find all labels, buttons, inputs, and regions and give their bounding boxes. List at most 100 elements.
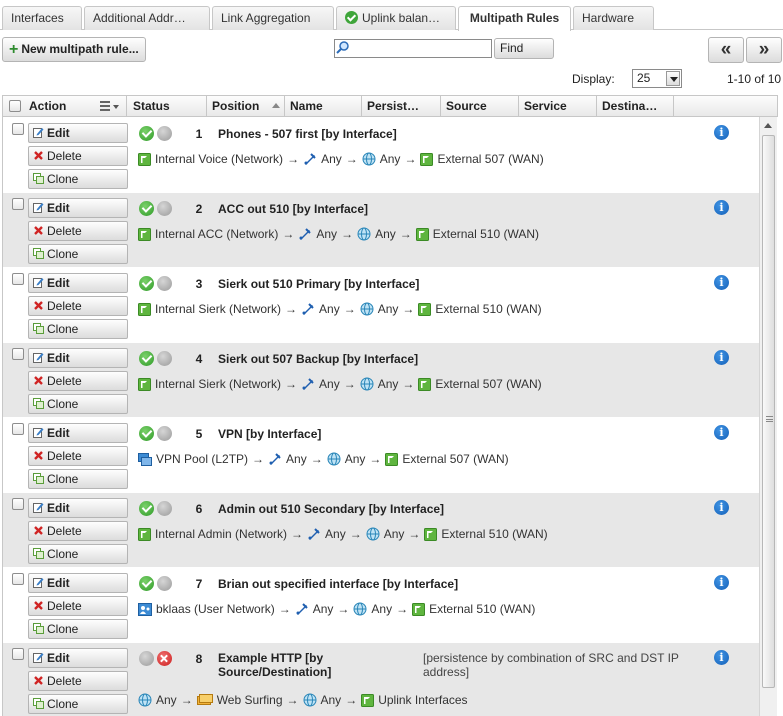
status-toggle-icon[interactable] — [157, 351, 172, 366]
rule-interface[interactable]: Uplink Interfaces — [378, 693, 467, 707]
rule-source[interactable]: Internal Voice (Network) — [155, 152, 283, 166]
clone-button[interactable]: Clone — [28, 694, 128, 714]
column-persistence[interactable]: Persist… — [362, 96, 441, 116]
rule-source[interactable]: Internal ACC (Network) — [155, 227, 278, 241]
status-error-icon[interactable] — [157, 651, 172, 666]
column-position[interactable]: Position — [207, 96, 285, 116]
column-service[interactable]: Service — [519, 96, 597, 116]
rule-source[interactable]: Any — [156, 693, 177, 707]
rule-destination[interactable]: Any — [380, 152, 401, 166]
column-source[interactable]: Source — [441, 96, 519, 116]
tab-interfaces[interactable]: Interfaces — [2, 6, 82, 30]
rule-destination[interactable]: Any — [378, 377, 399, 391]
chevron-down-icon[interactable] — [113, 105, 119, 109]
clone-button[interactable]: Clone — [28, 244, 128, 264]
status-enabled-icon[interactable] — [139, 276, 154, 291]
status-toggle-icon[interactable] — [157, 576, 172, 591]
rule-service[interactable]: Web Surfing — [217, 693, 283, 707]
info-icon[interactable]: i — [714, 500, 729, 515]
tab-hardware[interactable]: Hardware — [573, 6, 654, 30]
row-checkbox[interactable] — [12, 423, 24, 435]
status-toggle-icon[interactable] — [157, 501, 172, 516]
status-toggle-icon[interactable] — [157, 276, 172, 291]
previous-page-button[interactable]: « — [708, 37, 744, 63]
clone-button[interactable]: Clone — [28, 619, 128, 639]
rule-interface[interactable]: External 510 (WAN) — [435, 302, 541, 316]
rule-interface[interactable]: External 507 (WAN) — [437, 152, 543, 166]
edit-button[interactable]: Edit — [28, 123, 128, 143]
rule-destination[interactable]: Any — [384, 527, 405, 541]
table-row[interactable]: Edit Delete Clone 1 Phones - 507 first [by I… — [3, 117, 761, 192]
scroll-up-icon[interactable] — [764, 123, 772, 128]
table-row[interactable]: Edit Delete Clone 8 Example HTTP [by Source/… — [3, 642, 761, 716]
delete-button[interactable]: Delete — [28, 521, 128, 541]
new-multipath-rule-button[interactable]: + New multipath rule... — [2, 37, 146, 62]
delete-button[interactable]: Delete — [28, 446, 128, 466]
find-button[interactable]: Find — [494, 38, 554, 59]
rule-interface[interactable]: External 510 (WAN) — [433, 227, 539, 241]
table-row[interactable]: Edit Delete Clone 4 Sierk out 507 Backup [by… — [3, 342, 761, 417]
tab-link-aggregation[interactable]: Link Aggregation — [212, 6, 334, 30]
row-checkbox[interactable] — [12, 348, 24, 360]
delete-button[interactable]: Delete — [28, 296, 128, 316]
rule-interface[interactable]: External 510 (WAN) — [441, 527, 547, 541]
delete-button[interactable]: Delete — [28, 671, 128, 691]
info-icon[interactable]: i — [714, 350, 729, 365]
edit-button[interactable]: Edit — [28, 348, 128, 368]
table-row[interactable]: Edit Delete Clone 2 ACC out 510 [by Interfac… — [3, 192, 761, 267]
select-all-checkbox[interactable] — [9, 100, 21, 112]
dropdown-arrow-icon[interactable] — [666, 71, 680, 86]
row-checkbox[interactable] — [12, 498, 24, 510]
rule-service[interactable]: Any — [316, 227, 337, 241]
table-row[interactable]: Edit Delete Clone 6 Admin out 510 Secondary … — [3, 492, 761, 567]
status-toggle-icon[interactable] — [157, 126, 172, 141]
rule-interface[interactable]: External 507 (WAN) — [435, 377, 541, 391]
rule-source[interactable]: VPN Pool (L2TP) — [156, 452, 248, 466]
rule-destination[interactable]: Any — [371, 602, 392, 616]
rule-interface[interactable]: External 507 (WAN) — [402, 452, 508, 466]
edit-button[interactable]: Edit — [28, 648, 128, 668]
clone-button[interactable]: Clone — [28, 319, 128, 339]
info-icon[interactable]: i — [714, 125, 729, 140]
delete-button[interactable]: Delete — [28, 596, 128, 616]
status-disabled-icon[interactable] — [139, 651, 154, 666]
table-row[interactable]: Edit Delete Clone 7 Brian out specified inte… — [3, 567, 761, 642]
search-input[interactable] — [335, 40, 491, 57]
rule-interface[interactable]: External 510 (WAN) — [429, 602, 535, 616]
tab-multipath-rules[interactable]: Multipath Rules — [458, 6, 571, 31]
status-toggle-icon[interactable] — [157, 426, 172, 441]
rule-service[interactable]: Any — [286, 452, 307, 466]
info-icon[interactable]: i — [714, 275, 729, 290]
status-enabled-icon[interactable] — [139, 426, 154, 441]
column-action[interactable]: Action — [3, 96, 127, 116]
rule-service[interactable]: Any — [319, 377, 340, 391]
clone-button[interactable]: Clone — [28, 469, 128, 489]
status-enabled-icon[interactable] — [139, 351, 154, 366]
rule-source[interactable]: Internal Admin (Network) — [155, 527, 287, 541]
rule-source[interactable]: bklaas (User Network) — [156, 602, 275, 616]
rule-destination[interactable]: Any — [345, 452, 366, 466]
info-icon[interactable]: i — [714, 425, 729, 440]
table-row[interactable]: Edit Delete Clone 3 Sierk out 510 Primary [b… — [3, 267, 761, 342]
row-checkbox[interactable] — [12, 123, 24, 135]
edit-button[interactable]: Edit — [28, 573, 128, 593]
edit-button[interactable]: Edit — [28, 423, 128, 443]
column-name[interactable]: Name — [285, 96, 362, 116]
clone-button[interactable]: Clone — [28, 169, 128, 189]
next-page-button[interactable]: » — [746, 37, 782, 63]
rule-destination[interactable]: Any — [378, 302, 399, 316]
rule-service[interactable]: Any — [321, 152, 342, 166]
rule-destination[interactable]: Any — [375, 227, 396, 241]
edit-button[interactable]: Edit — [28, 198, 128, 218]
row-checkbox[interactable] — [12, 273, 24, 285]
tab-additional-addresses[interactable]: Additional Addr… — [84, 6, 210, 30]
rule-source[interactable]: Internal Sierk (Network) — [155, 302, 281, 316]
vertical-scrollbar[interactable] — [759, 117, 777, 716]
delete-button[interactable]: Delete — [28, 146, 128, 166]
clone-button[interactable]: Clone — [28, 544, 128, 564]
status-toggle-icon[interactable] — [157, 201, 172, 216]
status-enabled-icon[interactable] — [139, 126, 154, 141]
edit-button[interactable]: Edit — [28, 498, 128, 518]
rule-destination[interactable]: Any — [321, 693, 342, 707]
row-checkbox[interactable] — [12, 573, 24, 585]
